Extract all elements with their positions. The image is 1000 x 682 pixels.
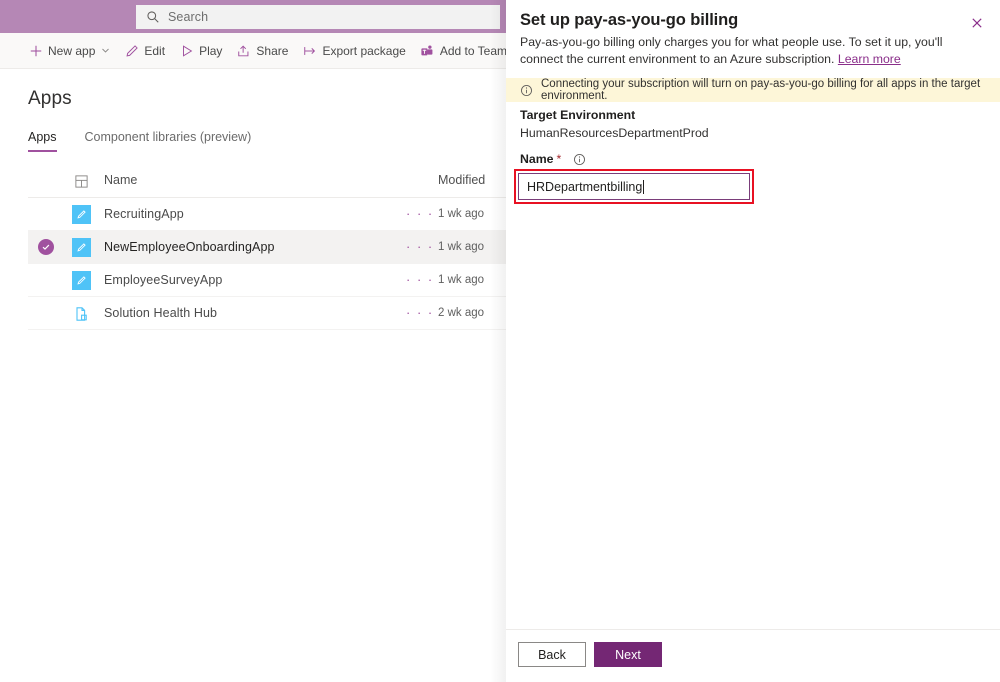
name-input[interactable]: HRDepartmentbilling [518, 173, 750, 200]
table-row[interactable]: RecruitingApp · · · 1 wk ago [28, 198, 510, 231]
canvas-app-icon [72, 205, 91, 224]
app-modified: 1 wk ago [438, 274, 484, 286]
column-header-modified[interactable]: Modified [438, 173, 485, 187]
text-cursor [643, 180, 644, 194]
pay-as-you-go-panel: Set up pay-as-you-go billing Pay-as-you-… [506, 0, 1000, 682]
panel-title: Set up pay-as-you-go billing [520, 11, 738, 30]
target-environment-label: Target Environment [520, 108, 635, 122]
maker-portal-background: Search New app [0, 0, 510, 682]
info-message-text: Connecting your subscription will turn o… [541, 78, 1000, 102]
screen-root: Search New app [0, 0, 1000, 682]
tab-component-libraries[interactable]: Component libraries (preview) [85, 130, 252, 152]
page-tabs: Apps Component libraries (preview) [28, 130, 279, 152]
canvas-app-icon [72, 271, 91, 290]
next-button[interactable]: Next [594, 642, 662, 667]
page-title: Apps [28, 88, 72, 110]
row-selected-check-icon[interactable] [38, 239, 54, 255]
table-row[interactable]: EmployeeSurveyApp · · · 1 wk ago [28, 264, 510, 297]
info-icon [520, 84, 533, 97]
app-name: RecruitingApp [104, 207, 184, 221]
name-field-label-group: Name * [520, 152, 586, 166]
export-package-label: Export package [322, 44, 405, 58]
learn-more-link[interactable]: Learn more [838, 52, 901, 66]
close-icon[interactable] [966, 12, 988, 34]
apps-list: RecruitingApp · · · 1 wk ago NewEmployee… [28, 198, 510, 330]
play-icon [179, 43, 194, 58]
model-app-icon [72, 304, 91, 323]
row-overflow-menu[interactable]: · · · [406, 239, 434, 255]
tab-component-libraries-label: Component libraries (preview) [85, 130, 252, 144]
app-modified: 1 wk ago [438, 241, 484, 253]
new-app-label: New app [48, 44, 95, 58]
edit-label: Edit [144, 44, 165, 58]
panel-edge-shadow [490, 0, 506, 682]
app-modified: 2 wk ago [438, 307, 484, 319]
share-label: Share [256, 44, 288, 58]
plus-icon [28, 43, 43, 58]
export-icon [302, 43, 317, 58]
play-label: Play [199, 44, 222, 58]
table-row[interactable]: NewEmployeeOnboardingApp · · · 1 wk ago [28, 231, 510, 264]
tab-apps[interactable]: Apps [28, 130, 57, 152]
app-name: NewEmployeeOnboardingApp [104, 240, 275, 254]
info-icon[interactable] [573, 153, 586, 166]
search-input[interactable]: Search [136, 5, 500, 29]
share-icon [236, 43, 251, 58]
list-header: Name Modified [28, 170, 510, 198]
target-environment-value: HumanResourcesDepartmentProd [520, 126, 709, 140]
search-icon [146, 10, 160, 24]
new-app-button[interactable]: New app [28, 36, 110, 66]
grid-icon [74, 174, 89, 189]
share-button[interactable]: Share [236, 36, 288, 66]
canvas-app-icon [72, 238, 91, 257]
top-command-bar: Search [0, 0, 510, 33]
app-command-toolbar: New app Edit [0, 33, 510, 69]
required-marker: * [557, 152, 562, 166]
panel-footer-buttons: Back Next [518, 642, 662, 667]
panel-footer-divider [506, 629, 1000, 630]
row-overflow-menu[interactable]: · · · [406, 206, 434, 222]
column-header-name[interactable]: Name [104, 173, 137, 187]
play-button[interactable]: Play [179, 36, 222, 66]
row-overflow-menu[interactable]: · · · [406, 272, 434, 288]
name-field-label: Name [520, 152, 554, 166]
pencil-icon [124, 43, 139, 58]
app-modified: 1 wk ago [438, 208, 484, 220]
tab-apps-label: Apps [28, 130, 57, 144]
info-message-bar: Connecting your subscription will turn o… [506, 78, 1000, 102]
teams-icon [420, 43, 435, 58]
search-placeholder: Search [168, 10, 208, 24]
table-row[interactable]: Solution Health Hub · · · 2 wk ago [28, 297, 510, 330]
export-package-button[interactable]: Export package [302, 36, 405, 66]
row-overflow-menu[interactable]: · · · [406, 305, 434, 321]
app-name: Solution Health Hub [104, 306, 217, 320]
name-input-value: HRDepartmentbilling [527, 180, 642, 194]
panel-description: Pay-as-you-go billing only charges you f… [520, 34, 986, 68]
back-button[interactable]: Back [518, 642, 586, 667]
chevron-down-icon [101, 46, 110, 55]
app-name: EmployeeSurveyApp [104, 273, 222, 287]
edit-button[interactable]: Edit [124, 36, 165, 66]
